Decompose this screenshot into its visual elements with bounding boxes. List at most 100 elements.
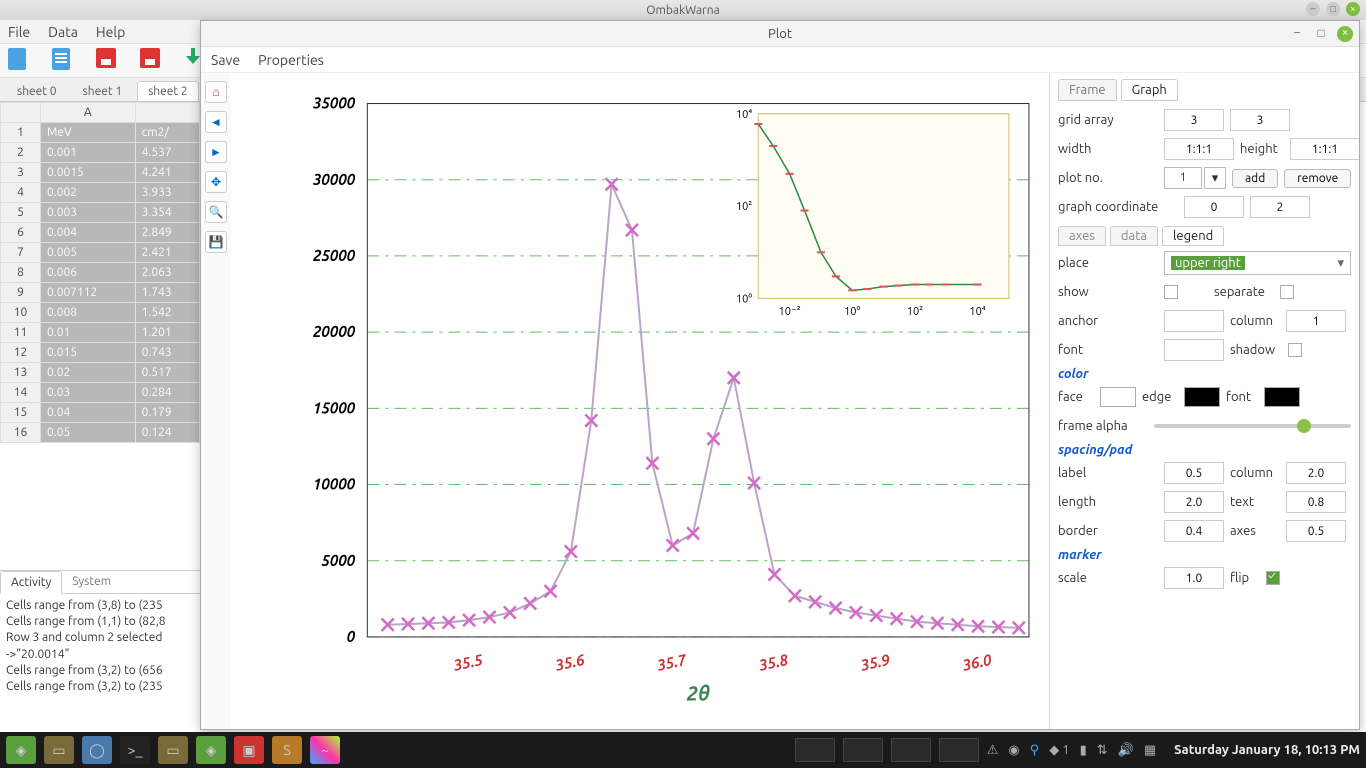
terminal-icon[interactable]: >_ (120, 736, 150, 764)
col-head-a[interactable]: A (41, 103, 136, 123)
plot-minimize-icon[interactable]: – (1289, 26, 1305, 42)
new-doc-icon[interactable] (8, 48, 30, 74)
subtab-data[interactable]: data (1110, 226, 1158, 246)
cell[interactable]: 0.001 (41, 143, 136, 163)
start-menu-icon[interactable]: ◈ (6, 736, 36, 764)
row-head[interactable]: 14 (1, 383, 41, 403)
sublime-icon[interactable]: S (272, 736, 302, 764)
row-head[interactable]: 5 (1, 203, 41, 223)
files-icon[interactable]: ▭ (44, 736, 74, 764)
forward-icon[interactable]: ► (205, 141, 227, 163)
maximize-button[interactable]: □ (1326, 2, 1340, 16)
row-head[interactable]: 2 (1, 143, 41, 163)
system-tab[interactable]: System (62, 571, 121, 593)
shadow-checkbox[interactable] (1288, 343, 1302, 357)
plot-titlebar[interactable]: Plot – □ × (201, 21, 1359, 47)
cell[interactable]: 0.02 (41, 363, 136, 383)
app-red-icon[interactable]: ▣ (234, 736, 264, 764)
tab-sheet-2[interactable]: sheet 2 (137, 81, 199, 101)
zoom-icon[interactable]: 🔍 (205, 201, 227, 223)
browser-icon[interactable]: ◯ (82, 736, 112, 764)
cell[interactable]: 0.124 (135, 423, 199, 443)
cell[interactable]: 2.849 (135, 223, 199, 243)
mint-icon[interactable]: ◈ (196, 736, 226, 764)
cell[interactable]: 0.743 (135, 343, 199, 363)
face-color[interactable] (1100, 387, 1136, 407)
tab-sheet-0[interactable]: sheet 0 (6, 81, 68, 101)
anchor-field[interactable] (1164, 310, 1224, 332)
cell[interactable]: 0.04 (41, 403, 136, 423)
menu-help[interactable]: Help (96, 24, 125, 40)
plot-menu-save[interactable]: Save (211, 52, 240, 68)
chart-canvas[interactable]: 0500010000150002000025000300003500035.53… (231, 73, 1049, 729)
network-icon[interactable]: ⇅ (1097, 743, 1108, 758)
cell[interactable]: 4.241 (135, 163, 199, 183)
cell[interactable]: 0.007112 (41, 283, 136, 303)
row-head[interactable]: 4 (1, 183, 41, 203)
plot-menu-properties[interactable]: Properties (258, 52, 324, 68)
row-head[interactable]: 6 (1, 223, 41, 243)
axes-pad-field[interactable] (1286, 520, 1346, 542)
cell[interactable]: 1.743 (135, 283, 199, 303)
cell[interactable]: 4.537 (135, 143, 199, 163)
doc-lines-icon[interactable] (52, 48, 74, 74)
cell[interactable]: 1.201 (135, 323, 199, 343)
gc-row-field[interactable] (1184, 196, 1244, 218)
cell[interactable]: 0.03 (41, 383, 136, 403)
col-head-b[interactable] (135, 103, 199, 123)
close-button[interactable]: × (1346, 2, 1360, 16)
row-head[interactable]: 1 (1, 123, 41, 143)
text-pad-field[interactable] (1286, 491, 1346, 513)
cell[interactable]: 0.517 (135, 363, 199, 383)
cell[interactable]: 0.0015 (41, 163, 136, 183)
scale-field[interactable] (1164, 567, 1224, 589)
frame-alpha-slider[interactable] (1154, 424, 1351, 428)
bluetooth-icon[interactable]: ⚲ (1030, 743, 1040, 758)
minimize-button[interactable]: – (1306, 2, 1320, 16)
pan-icon[interactable]: ✥ (205, 171, 227, 193)
font-color[interactable] (1264, 387, 1300, 407)
label-pad-field[interactable] (1164, 462, 1224, 484)
taskbar-clock[interactable]: Saturday January 18, 10:13 PM (1174, 743, 1360, 757)
save-all-icon[interactable] (140, 48, 162, 74)
menu-data[interactable]: Data (48, 24, 78, 40)
gc-col-field[interactable] (1250, 196, 1310, 218)
shield-icon[interactable]: ◉ (1008, 743, 1019, 758)
grid-rows-field[interactable] (1164, 109, 1224, 131)
taskbar-window-4[interactable] (939, 738, 979, 762)
tab-sheet-1[interactable]: sheet 1 (72, 81, 134, 101)
ombakwarna-icon[interactable]: ~ (310, 736, 340, 764)
cell[interactable]: 0.015 (41, 343, 136, 363)
plot-maximize-icon[interactable]: □ (1313, 26, 1329, 42)
row-head[interactable]: 3 (1, 163, 41, 183)
menu-file[interactable]: File (8, 24, 30, 40)
place-dropdown[interactable]: upper right (1164, 251, 1351, 275)
taskbar-window-3[interactable] (891, 738, 931, 762)
column-pad-field[interactable] (1286, 462, 1346, 484)
length-field[interactable] (1164, 491, 1224, 513)
taskbar-window-2[interactable] (843, 738, 883, 762)
tab-frame[interactable]: Frame (1058, 79, 1117, 101)
border-field[interactable] (1164, 520, 1224, 542)
separate-checkbox[interactable] (1280, 285, 1294, 299)
cell[interactable]: MeV (41, 123, 136, 143)
folder-icon[interactable]: ▭ (158, 736, 188, 764)
volume-icon[interactable]: 🔊 (1118, 743, 1134, 758)
cell[interactable]: 0.284 (135, 383, 199, 403)
edge-color[interactable] (1184, 387, 1220, 407)
save-icon[interactable] (96, 48, 118, 74)
cell[interactable]: 1.542 (135, 303, 199, 323)
cell[interactable]: 2.063 (135, 263, 199, 283)
row-head[interactable]: 8 (1, 263, 41, 283)
cell[interactable]: cm2/ (135, 123, 199, 143)
row-head[interactable]: 13 (1, 363, 41, 383)
width-field[interactable] (1164, 138, 1234, 160)
remove-button[interactable]: remove (1284, 169, 1351, 188)
cell[interactable]: 0.005 (41, 243, 136, 263)
row-head[interactable]: 15 (1, 403, 41, 423)
cell[interactable]: 0.004 (41, 223, 136, 243)
subtab-legend[interactable]: legend (1162, 226, 1224, 246)
cell[interactable]: 2.421 (135, 243, 199, 263)
plotno-value[interactable]: 1 (1164, 167, 1202, 189)
flip-checkbox[interactable] (1266, 571, 1280, 585)
